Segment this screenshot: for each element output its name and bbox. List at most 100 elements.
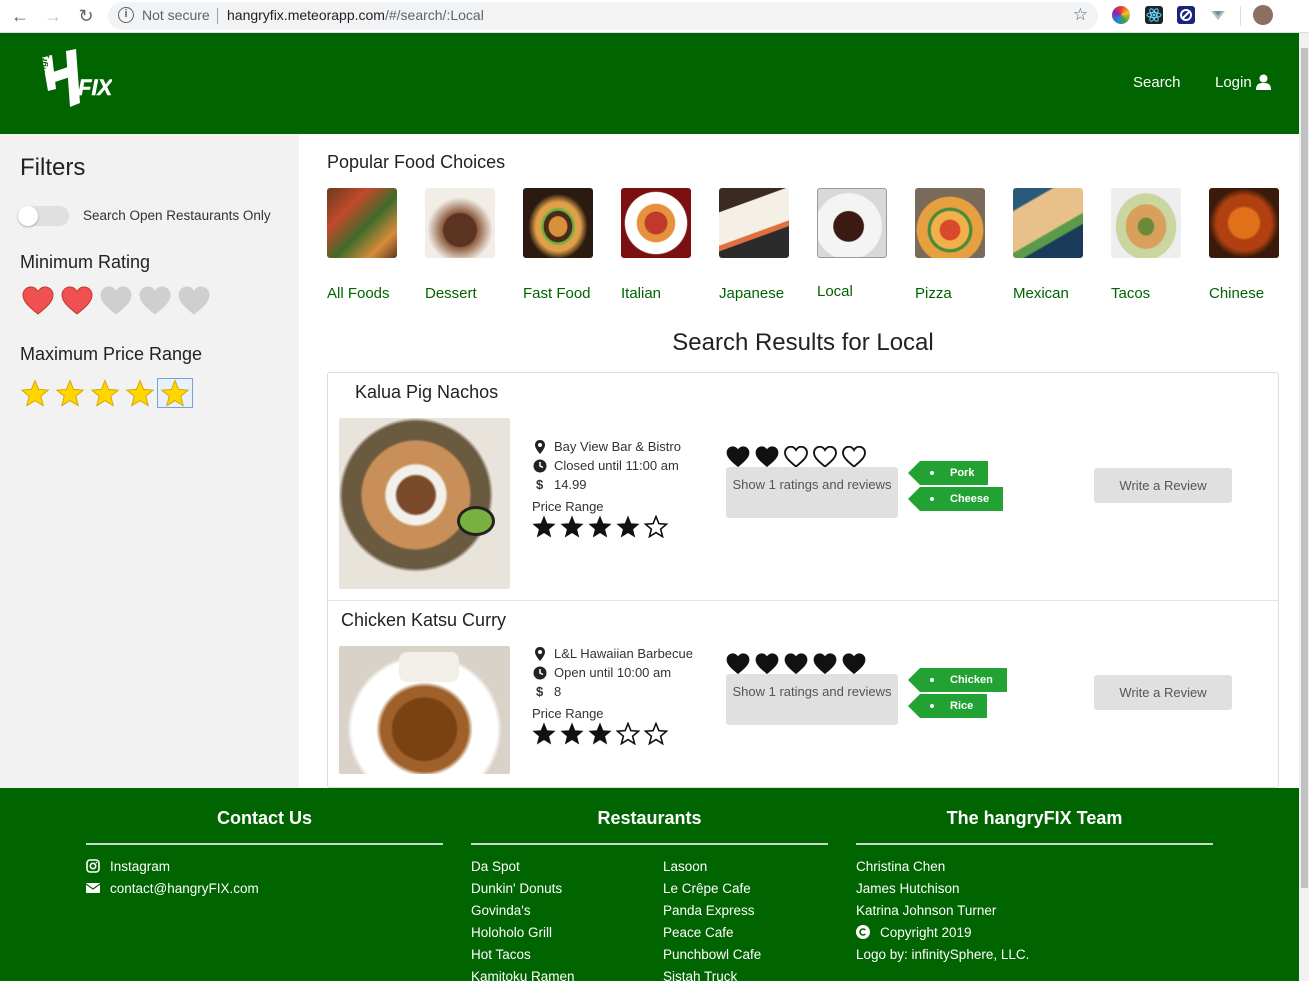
food-tile-local[interactable] [817,188,887,258]
address-divider [217,8,218,24]
write-review-button[interactable]: Write a Review [1094,468,1232,503]
copyright-icon [856,925,870,939]
min-rating-title: Minimum Rating [20,252,151,272]
restaurant-link[interactable]: Hot Tacos [471,947,531,962]
item-title: Chicken Katsu Curry [341,610,507,630]
max-price-star-4[interactable] [125,378,155,408]
food-tile-italian[interactable] [621,188,691,258]
restaurant-link[interactable]: Kamitoku Ramen [471,969,575,984]
nav-search-link[interactable]: Search [1133,74,1181,91]
min-rating-heart-4[interactable] [139,286,171,316]
hours-line: Closed until 11:00 am [533,458,679,473]
copyright-text: Copyright 2019 [880,925,972,940]
food-tile-all-foods[interactable] [327,188,397,258]
extension-color-icon[interactable] [1112,6,1130,24]
price-range-label: Price Range [532,499,604,514]
min-rating-heart-3[interactable] [100,286,132,316]
toggle-knob [18,206,38,226]
footer-divider [86,843,443,845]
open-only-toggle[interactable] [18,206,69,226]
food-label-pizza[interactable]: Pizza [915,285,952,302]
user-icon[interactable] [1256,74,1271,90]
footer-contact-title: Contact Us [216,808,312,828]
price-line: $ 14.99 [536,477,587,492]
restaurant-link[interactable]: Da Spot [471,859,520,874]
max-price-title: Maximum Price Range [20,344,203,364]
max-price-star-5[interactable] [157,378,193,408]
nav-login-link[interactable]: Login [1215,74,1252,91]
item-photo [339,418,510,589]
extension-react-icon[interactable] [1145,6,1163,24]
food-label-fast-food[interactable]: Fast Food [523,285,591,302]
food-tile-japanese[interactable] [719,188,789,258]
restaurant-link[interactable]: Holoholo Grill [471,925,552,940]
back-icon[interactable]: ← [8,4,32,28]
food-label-mexican[interactable]: Mexican [1013,285,1069,302]
tag-pork: Pork [907,461,989,485]
scrollbar-thumb[interactable] [1301,48,1308,888]
max-price-star-1[interactable] [20,378,50,408]
price-range-stars [532,722,668,745]
food-label-japanese[interactable]: Japanese [719,285,784,302]
food-label-italian[interactable]: Italian [621,285,661,302]
restaurant-link[interactable]: Sistah Truck [663,969,737,984]
instagram-label: Instagram [110,859,171,874]
restaurant-link[interactable]: Peace Cafe [663,925,734,940]
restaurant-link[interactable]: Lasoon [663,859,707,874]
footer-divider [471,843,828,845]
min-rating-heart-5[interactable] [178,286,210,316]
footer-restaurants-title: Restaurants [597,808,702,828]
heart-icon [61,286,93,315]
tag-chicken: Chicken [908,668,1007,692]
extension-devtools-icon[interactable] [1177,6,1195,24]
food-tile-fast-food[interactable] [523,188,593,258]
map-marker-icon [535,646,545,661]
reload-icon[interactable]: ↻ [74,4,98,28]
price-range-stars [532,515,668,538]
instagram-link[interactable]: Instagram [86,859,170,874]
heart-filled-icon [755,446,779,468]
restaurant-link[interactable]: Dunkin' Donuts [471,881,562,896]
price-line: $ 8 [536,684,561,699]
address-url[interactable]: hangryfix.meteorapp.com/#/search/:Local [227,7,484,23]
dollar-icon: $ [536,477,544,492]
food-label-all-foods[interactable]: All Foods [327,285,390,302]
food-tile-chinese[interactable] [1209,188,1279,258]
info-icon[interactable]: i [118,7,134,23]
hangryfix-logo[interactable]: hangry FIX [32,47,114,115]
forward-icon[interactable]: → [41,4,65,28]
food-tile-mexican[interactable] [1013,188,1083,258]
restaurant-link[interactable]: Panda Express [663,903,755,918]
profile-avatar[interactable] [1253,5,1273,25]
food-label-dessert[interactable]: Dessert [425,285,477,302]
max-price-star-3[interactable] [90,378,120,408]
email-link[interactable]: contact@hangryFIX.com [86,881,259,896]
heart-filled-icon [842,653,866,675]
food-tile-dessert[interactable] [425,188,495,258]
hours-text: Open until 10:00 am [554,665,672,680]
write-review-button[interactable]: Write a Review [1094,675,1232,710]
show-reviews-button[interactable]: Show 1 ratings and reviews [726,467,898,518]
security-status: Not secure [142,7,210,23]
food-label-chinese[interactable]: Chinese [1209,285,1264,302]
star-icon [125,379,155,407]
results-divider [328,600,1278,601]
min-rating-hearts [22,286,210,316]
food-tile-pizza[interactable] [915,188,985,258]
food-label-local[interactable]: Local [817,283,853,300]
restaurant-link[interactable]: Govinda's [471,903,531,918]
food-tile-tacos[interactable] [1111,188,1181,258]
extension-vue-icon[interactable] [1209,6,1227,24]
show-reviews-button[interactable]: Show 1 ratings and reviews [726,674,898,725]
restaurant-link[interactable]: Punchbowl Cafe [663,947,761,962]
dollar-icon: $ [536,684,544,699]
max-price-star-2[interactable] [55,378,85,408]
restaurant-link[interactable]: Le Crêpe Cafe [663,881,751,896]
heart-outline-icon [813,446,837,468]
food-label-tacos[interactable]: Tacos [1111,285,1150,302]
min-rating-heart-2[interactable] [61,286,93,316]
address-bar[interactable]: i Not secure hangryfix.meteorapp.com/#/s… [108,2,1098,30]
toolbar-divider [1240,6,1241,26]
bookmark-star-icon[interactable]: ☆ [1073,5,1088,25]
min-rating-heart-1[interactable] [22,286,54,316]
